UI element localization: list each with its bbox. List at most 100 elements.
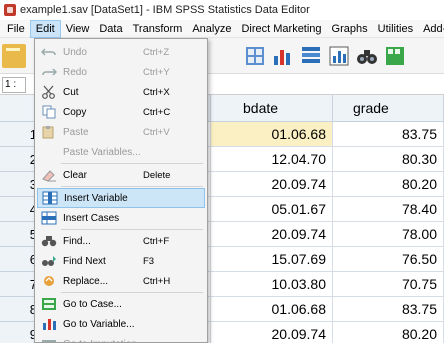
edit-menu-item-undo[interactable]: Undo Ctrl+Z xyxy=(37,42,205,62)
cell-grade[interactable]: 78.40 xyxy=(333,197,444,222)
binoculars-icon xyxy=(41,234,57,248)
find-next-icon xyxy=(41,254,57,268)
menu-utilities[interactable]: Utilities xyxy=(373,20,418,38)
menu-item-label: Replace... xyxy=(63,275,109,287)
cell-bdate[interactable]: 01.06.68 xyxy=(211,122,333,147)
menu-separator xyxy=(61,229,203,230)
open-folder-icon[interactable] xyxy=(2,44,26,68)
menu-add-ons[interactable]: Add- xyxy=(418,20,444,38)
menu-separator xyxy=(61,163,203,164)
edit-menu-item-replace[interactable]: Replace... Ctrl+H xyxy=(37,271,205,291)
go-to-imputation-icon xyxy=(41,337,57,343)
menu-item-label: Go to Imputation... xyxy=(63,339,145,343)
cell-bdate[interactable]: 10.03.80 xyxy=(211,272,333,297)
cell-bdate[interactable]: 12.04.70 xyxy=(211,147,333,172)
cell-bdate[interactable]: 20.09.74 xyxy=(211,322,333,343)
window-title: example1.sav [DataSet1] - IBM SPSS Stati… xyxy=(20,4,310,16)
edit-menu-item-go-to-case[interactable]: Go to Case... xyxy=(37,294,205,314)
menu-transform[interactable]: Transform xyxy=(128,20,188,38)
menu-analyze[interactable]: Analyze xyxy=(187,20,236,38)
menu-item-label: Go to Case... xyxy=(63,298,122,310)
menu-item-label: Go to Variable... xyxy=(63,318,135,330)
menu-item-shortcut: F3 xyxy=(143,255,155,267)
edit-menu-item-cut[interactable]: Cut Ctrl+X xyxy=(37,82,205,102)
copy-icon xyxy=(41,105,57,119)
cell-bdate[interactable]: 20.09.74 xyxy=(211,172,333,197)
edit-menu-item-redo[interactable]: Redo Ctrl+Y xyxy=(37,62,205,82)
edit-menu-item-clear[interactable]: Clear Delete xyxy=(37,165,205,185)
menu-item-shortcut: Ctrl+X xyxy=(143,86,170,98)
menu-item-shortcut: Ctrl+V xyxy=(143,126,170,138)
edit-menu-item-go-to-variable[interactable]: Go to Variable... xyxy=(37,314,205,334)
column-header-bdate[interactable]: bdate xyxy=(211,95,333,122)
chart-builder-icon[interactable] xyxy=(327,44,351,68)
edit-menu-item-find-next[interactable]: Find Next F3 xyxy=(37,251,205,271)
menu-item-shortcut: Delete xyxy=(143,169,171,181)
cell-grade[interactable]: 80.20 xyxy=(333,322,444,343)
cell-reference-field[interactable]: 1 : bd xyxy=(2,77,26,93)
menu-item-label: Insert Variable xyxy=(64,192,128,204)
menu-item-label: Find... xyxy=(63,235,91,247)
cell-bdate[interactable]: 15.07.69 xyxy=(211,247,333,272)
menu-direct-marketing[interactable]: Direct Marketing xyxy=(236,20,326,38)
variables-icon[interactable] xyxy=(271,44,295,68)
edit-menu-item-copy[interactable]: Copy Ctrl+C xyxy=(37,102,205,122)
menu-item-shortcut: Ctrl+Y xyxy=(143,66,170,78)
menu-bar: File Edit View Data Transform Analyze Di… xyxy=(0,19,444,38)
edit-menu-dropdown: Undo Ctrl+Z Redo Ctrl+Y Cut Ctrl+X Copy Ctrl+C P… xyxy=(34,38,208,343)
insert-cases-icon xyxy=(41,211,57,225)
menu-edit[interactable]: Edit xyxy=(29,19,61,38)
cell-grade[interactable]: 70.75 xyxy=(333,272,444,297)
paste-icon xyxy=(41,125,57,139)
menu-item-shortcut: Ctrl+F xyxy=(143,235,170,247)
cell-bdate[interactable]: 20.09.74 xyxy=(211,222,333,247)
edit-menu-item-insert-variable[interactable]: Insert Variable xyxy=(37,188,205,208)
cell-grade[interactable]: 83.75 xyxy=(333,122,444,147)
menu-file[interactable]: File xyxy=(2,20,30,38)
menu-item-label: Paste xyxy=(63,126,89,138)
spss-app-icon xyxy=(4,4,16,16)
menu-item-label: Copy xyxy=(63,106,87,118)
cell-bdate[interactable]: 01.06.68 xyxy=(211,297,333,322)
edit-menu-item-paste[interactable]: Paste Ctrl+V xyxy=(37,122,205,142)
menu-separator xyxy=(61,292,203,293)
menu-item-icon-slot xyxy=(41,145,57,159)
edit-menu-item-go-to-imputation[interactable]: Go to Imputation... xyxy=(37,334,205,343)
cell-grade[interactable]: 78.00 xyxy=(333,222,444,247)
edit-menu-item-paste-variables[interactable]: Paste Variables... xyxy=(37,142,205,162)
menu-item-shortcut: Ctrl+Z xyxy=(143,46,170,58)
menu-item-label: Undo xyxy=(63,46,87,58)
edit-menu-item-find[interactable]: Find... Ctrl+F xyxy=(37,231,205,251)
cell-grade[interactable]: 80.20 xyxy=(333,172,444,197)
data-view-icon[interactable] xyxy=(243,44,267,68)
cut-icon xyxy=(41,85,57,99)
menu-item-label: Paste Variables... xyxy=(63,146,141,158)
redo-icon xyxy=(41,65,58,79)
undo-icon xyxy=(40,45,57,59)
replace-icon xyxy=(41,274,57,288)
menu-item-label: Insert Cases xyxy=(63,212,120,224)
cell-grade[interactable]: 83.75 xyxy=(333,297,444,322)
menu-item-label: Cut xyxy=(63,86,79,98)
go-to-case-icon xyxy=(41,297,57,311)
cell-bdate[interactable]: 05.01.67 xyxy=(211,197,333,222)
edit-menu-item-insert-cases[interactable]: Insert Cases xyxy=(37,208,205,228)
data-grid-icon[interactable] xyxy=(383,44,407,68)
menu-view[interactable]: View xyxy=(61,20,95,38)
column-header-grade[interactable]: grade xyxy=(333,95,444,122)
cases-icon[interactable] xyxy=(299,44,323,68)
menu-item-shortcut: Ctrl+C xyxy=(143,106,171,118)
menu-item-label: Redo xyxy=(63,66,87,78)
menu-graphs[interactable]: Graphs xyxy=(327,20,373,38)
menu-data[interactable]: Data xyxy=(94,20,127,38)
binoculars-icon[interactable] xyxy=(355,44,379,68)
title-bar: example1.sav [DataSet1] - IBM SPSS Stati… xyxy=(0,0,444,20)
insert-variable-icon xyxy=(42,191,58,205)
cell-grade[interactable]: 76.50 xyxy=(333,247,444,272)
menu-item-shortcut: Ctrl+H xyxy=(143,275,171,287)
go-to-variable-icon xyxy=(41,317,57,331)
cell-grade[interactable]: 80.30 xyxy=(333,147,444,172)
eraser-icon xyxy=(41,168,57,182)
menu-item-label: Find Next xyxy=(63,255,106,267)
menu-item-label: Clear xyxy=(63,169,87,181)
